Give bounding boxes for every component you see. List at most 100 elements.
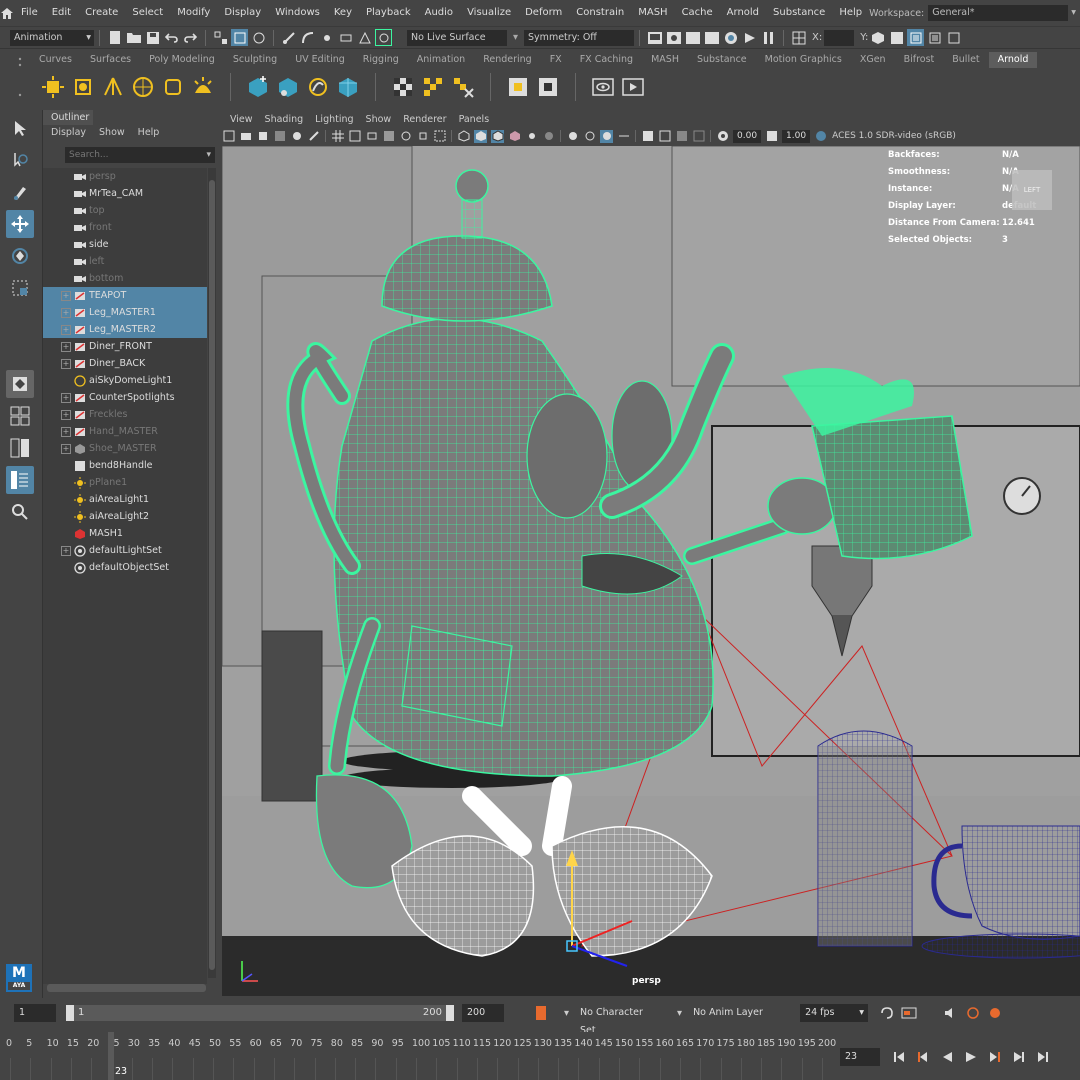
motion-blur-icon[interactable] <box>583 130 596 143</box>
xray-joints-icon[interactable] <box>675 130 688 143</box>
current-time-indicator[interactable] <box>108 1032 114 1080</box>
outliner-vertical-scrollbar[interactable] <box>208 168 216 978</box>
camera-attributes-icon[interactable] <box>239 130 252 143</box>
shelf-tab-arnold[interactable]: Arnold <box>988 52 1038 68</box>
outliner-item[interactable]: bend8Handle <box>43 457 207 474</box>
character-set-icon[interactable]: ▾ <box>564 1008 569 1019</box>
resolution-gate-icon[interactable] <box>365 130 378 143</box>
select-camera-icon[interactable] <box>222 130 235 143</box>
snap-view-plane-icon[interactable] <box>337 29 354 46</box>
image-plane-icon[interactable] <box>273 130 286 143</box>
grease-pencil-icon[interactable] <box>307 130 320 143</box>
outliner-item[interactable]: top <box>43 202 207 219</box>
menu-deform[interactable]: Deform <box>518 0 569 26</box>
menu-modify[interactable]: Modify <box>170 0 217 26</box>
shelf-tab-surfaces[interactable]: Surfaces <box>81 52 140 68</box>
expand-icon[interactable]: + <box>61 358 71 369</box>
pause-icon[interactable] <box>760 29 777 46</box>
undo-icon[interactable] <box>163 29 180 46</box>
redo-icon[interactable] <box>182 29 199 46</box>
menu-set-dropdown[interactable]: Animation ▾ <box>10 29 94 46</box>
select-component-icon[interactable] <box>250 29 267 46</box>
single-pane-layout-icon[interactable] <box>6 370 34 398</box>
auto-key-icon[interactable] <box>536 1006 546 1020</box>
eye-icon[interactable] <box>590 74 616 100</box>
area-light-icon[interactable] <box>70 74 96 100</box>
step-back-key-icon[interactable] <box>914 1049 931 1066</box>
render-view-icon[interactable] <box>646 29 663 46</box>
menu-display[interactable]: Display <box>217 0 268 26</box>
render-frame-icon[interactable] <box>665 29 682 46</box>
expand-icon[interactable]: + <box>61 409 71 420</box>
outliner-item[interactable]: aiAreaLight1 <box>43 491 207 508</box>
shelf-tab-bifrost[interactable]: Bifrost <box>895 52 944 68</box>
expand-icon[interactable]: + <box>61 290 71 301</box>
gamma-field[interactable]: 1.00 <box>782 129 811 143</box>
two-pane-layout-icon[interactable] <box>6 434 34 462</box>
hypershade-icon[interactable] <box>722 29 739 46</box>
viewport-menu-renderer[interactable]: Renderer <box>397 114 452 125</box>
menu-select[interactable]: Select <box>125 0 170 26</box>
arnold-render-icon[interactable] <box>741 29 758 46</box>
2d-pan-zoom-icon[interactable] <box>290 130 303 143</box>
show-channel-box-icon[interactable] <box>926 29 943 46</box>
search-icon[interactable] <box>6 498 34 526</box>
step-forward-icon[interactable] <box>1010 1049 1027 1066</box>
shelf-tab-curves[interactable]: Curves <box>30 52 81 68</box>
screen-space-ao-icon[interactable] <box>566 130 579 143</box>
shelf-tab-poly-modeling[interactable]: Poly Modeling <box>140 52 224 68</box>
menu-create[interactable]: Create <box>78 0 125 26</box>
expand-icon[interactable]: + <box>61 443 71 454</box>
animation-preferences-icon[interactable] <box>986 1005 1003 1022</box>
sound-icon[interactable] <box>942 1005 959 1022</box>
gate-mask-icon[interactable] <box>382 130 395 143</box>
exposure-field[interactable]: 0.00 <box>733 129 762 143</box>
shelf-tab-mash[interactable]: MASH <box>642 52 688 68</box>
four-pane-layout-icon[interactable] <box>6 402 34 430</box>
photometric-light-icon[interactable] <box>160 74 186 100</box>
shelf-tab-rigging[interactable]: Rigging <box>354 52 408 68</box>
scale-tool-icon[interactable] <box>6 274 34 302</box>
outliner-item[interactable]: + TEAPOT <box>43 287 207 304</box>
fps-dropdown[interactable]: 24 fps ▾ <box>800 1004 869 1022</box>
current-frame-field[interactable]: 23 <box>840 1048 880 1066</box>
show-outliner-icon[interactable] <box>945 29 962 46</box>
exposure-icon[interactable] <box>716 130 729 143</box>
shelf-tab-rendering[interactable]: Rendering <box>474 52 541 68</box>
shelf-tab-substance[interactable]: Substance <box>688 52 756 68</box>
home-icon[interactable] <box>0 0 14 26</box>
menu-audio[interactable]: Audio <box>418 0 460 26</box>
outliner-item[interactable]: MASH1 <box>43 525 207 542</box>
menu-playback[interactable]: Playback <box>359 0 418 26</box>
go-to-end-icon[interactable] <box>1034 1049 1051 1066</box>
snap-point-icon[interactable] <box>318 29 335 46</box>
workspace-dropdown[interactable]: General* ▾ <box>928 5 1076 21</box>
shelf-tab-uv-editing[interactable]: UV Editing <box>286 52 354 68</box>
volume-icon[interactable] <box>275 74 301 100</box>
outliner-item[interactable]: + Diner_BACK <box>43 355 207 372</box>
xray-components-icon[interactable] <box>692 130 705 143</box>
skydome-light-icon[interactable] <box>130 74 156 100</box>
shelf-tab-fx[interactable]: FX <box>541 52 571 68</box>
menu-substance[interactable]: Substance <box>766 0 832 26</box>
animation-end-field[interactable]: 200 <box>462 1004 504 1022</box>
outliner-item[interactable]: defaultObjectSet <box>43 559 207 576</box>
move-tool-icon[interactable] <box>6 210 34 238</box>
expand-icon[interactable]: + <box>61 324 71 335</box>
viewport-menu-shading[interactable]: Shading <box>259 114 310 125</box>
viewcube[interactable]: LEFT <box>1012 170 1052 210</box>
outliner-item[interactable]: + Leg_MASTER1 <box>43 304 207 321</box>
play-render-icon[interactable] <box>620 74 646 100</box>
field-chart-icon[interactable] <box>399 130 412 143</box>
grid-icon[interactable] <box>331 130 344 143</box>
outliner-item[interactable]: + Freckles <box>43 406 207 423</box>
shelf-tab-bullet[interactable]: Bullet <box>943 52 988 68</box>
open-scene-icon[interactable] <box>125 29 142 46</box>
curve-collector-icon[interactable] <box>305 74 331 100</box>
safe-title-icon[interactable] <box>433 130 446 143</box>
outliner-layout-icon[interactable] <box>6 466 34 494</box>
x-field[interactable] <box>824 29 855 46</box>
outliner-item[interactable]: + defaultLightSet <box>43 542 207 559</box>
outliner-item[interactable]: + Leg_MASTER2 <box>43 321 207 338</box>
outliner-item[interactable]: aiAreaLight2 <box>43 508 207 525</box>
